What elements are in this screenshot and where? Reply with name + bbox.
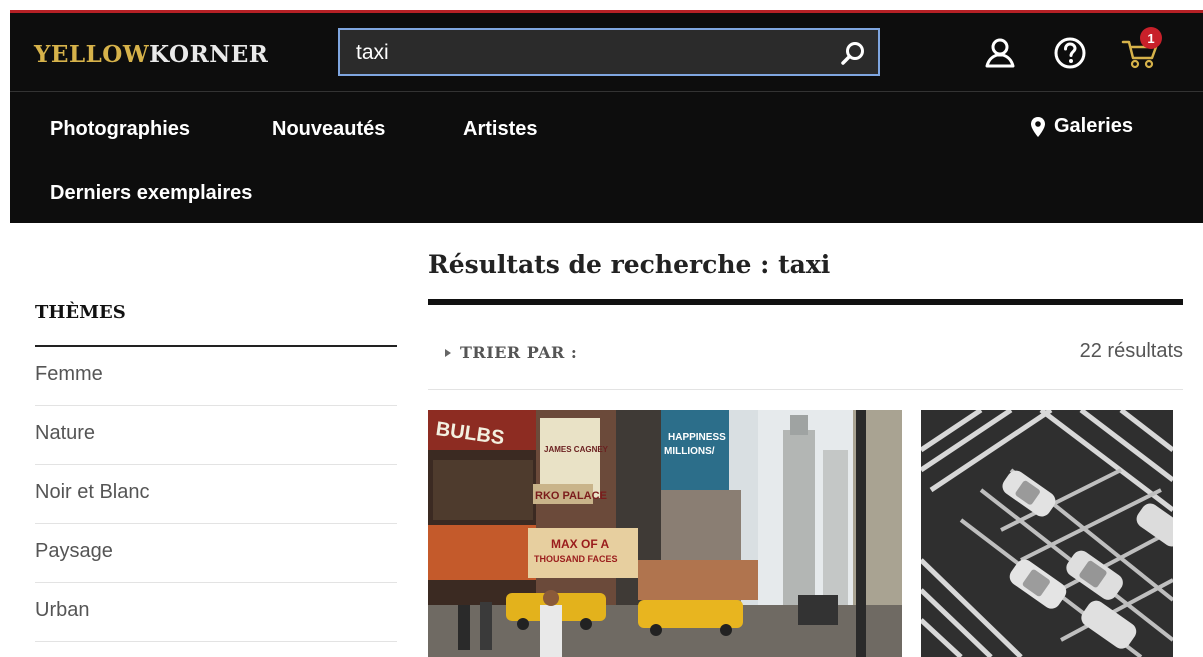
theme-item-urban[interactable]: Urban (35, 583, 397, 642)
logo-yellow: YELLOW (34, 41, 150, 68)
cart-count-badge: 1 (1140, 27, 1162, 49)
themes-heading: THÈMES (35, 302, 126, 323)
header-top-bar: YELLOWKORNER taxi 1 (10, 13, 1203, 92)
sign-thousand-faces: THOUSAND FACES (534, 554, 618, 564)
logo-korner: KORNER (149, 41, 269, 68)
search-icon (841, 42, 864, 65)
account-button[interactable] (980, 33, 1020, 73)
theme-item-paysage[interactable]: Paysage (35, 524, 397, 583)
result-card-times-square[interactable]: BULBS JAMES CAGNEY RKO PALACE HAPPINESS … (428, 410, 902, 657)
sort-toggle[interactable]: TRIER PAR : (444, 343, 577, 362)
page-title: Résultats de recherche : taxi (428, 250, 831, 279)
sign-max-of-a: MAX OF A (551, 537, 610, 551)
result-image-times-square: BULBS JAMES CAGNEY RKO PALACE HAPPINESS … (428, 410, 902, 657)
result-card-crosswalk-taxis[interactable] (921, 410, 1173, 657)
nav-nouveautes[interactable]: Nouveautés (272, 118, 385, 141)
sign-james-cagney: JAMES CAGNEY (544, 445, 609, 454)
nav-galeries[interactable]: Galeries (1030, 115, 1133, 138)
themes-list: Femme Nature Noir et Blanc Paysage Urban (35, 347, 397, 642)
results-count: 22 résultats (1079, 340, 1183, 362)
search-box (338, 28, 880, 76)
theme-item-femme[interactable]: Femme (35, 347, 397, 406)
title-divider (428, 299, 1183, 305)
nav-artistes[interactable]: Artistes (463, 118, 537, 141)
help-button[interactable] (1050, 33, 1090, 73)
sign-happiness: HAPPINESS (668, 432, 726, 443)
sign-rko-palace: RKO PALACE (535, 490, 607, 502)
search-input[interactable] (356, 39, 816, 67)
search-button[interactable] (838, 38, 868, 68)
nav-photographies[interactable]: Photographies (50, 118, 190, 141)
account-icon (985, 38, 1015, 68)
map-pin-icon (1031, 116, 1045, 137)
theme-item-noir-et-blanc[interactable]: Noir et Blanc (35, 465, 397, 524)
sign-millions: MILLIONS/ (664, 446, 715, 457)
help-icon (1054, 37, 1086, 69)
nav-derniers-exemplaires[interactable]: Derniers exemplaires (50, 182, 252, 205)
site-header: YELLOWKORNER taxi 1 Photographies Nouvea… (10, 13, 1203, 223)
caret-right-icon (445, 348, 451, 357)
sort-bar: TRIER PAR : 22 résultats (428, 326, 1183, 390)
cart-button[interactable]: 1 (1120, 27, 1162, 73)
sort-label: TRIER PAR : (460, 343, 578, 362)
theme-item-nature[interactable]: Nature (35, 406, 397, 465)
result-image-crosswalk-taxis (921, 410, 1173, 657)
logo[interactable]: YELLOWKORNER (34, 41, 268, 68)
nav-galeries-label: Galeries (1054, 115, 1133, 137)
